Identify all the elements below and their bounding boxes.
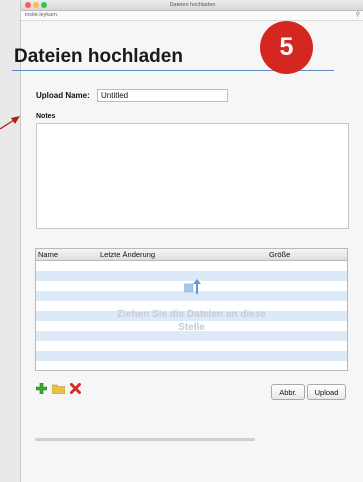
drop-hint-line: Stelle bbox=[178, 322, 205, 333]
table-header: Name Letzte Änderung Größe bbox=[36, 249, 347, 261]
horizontal-scrollbar[interactable] bbox=[35, 438, 255, 441]
upload-name-label: Upload Name: bbox=[36, 91, 90, 100]
file-table[interactable]: Name Letzte Änderung Größe Ziehen Sie di… bbox=[35, 248, 348, 371]
upload-button[interactable]: Upload bbox=[307, 384, 346, 400]
column-header-size[interactable]: Größe bbox=[269, 249, 290, 260]
delete-x-icon[interactable] bbox=[70, 383, 81, 394]
page-title: Dateien hochladen bbox=[14, 46, 183, 67]
drop-hint: Ziehen Sie die Dateien an diese Stelle bbox=[76, 308, 307, 334]
title-bar: Dateien hochladen bbox=[21, 0, 363, 11]
cancel-button[interactable]: Abbr. bbox=[271, 384, 305, 400]
upload-name-input[interactable]: Untitled bbox=[97, 89, 228, 102]
drop-files-icon bbox=[184, 279, 201, 294]
column-header-modified[interactable]: Letzte Änderung bbox=[100, 249, 155, 260]
step-number-badge: 5 bbox=[260, 21, 313, 74]
plus-icon[interactable] bbox=[36, 383, 47, 394]
notes-textarea[interactable] bbox=[36, 123, 349, 229]
search-icon[interactable]: ⚲ bbox=[356, 11, 360, 20]
notes-label: Notes bbox=[36, 113, 56, 120]
upload-window: Dateien hochladen insite.leykam. ⚲ bbox=[20, 0, 363, 482]
folder-icon[interactable] bbox=[52, 383, 65, 394]
address-bar[interactable]: insite.leykam. ⚲ bbox=[21, 11, 363, 21]
column-header-name[interactable]: Name bbox=[38, 249, 58, 260]
table-row bbox=[36, 351, 347, 361]
drop-hint-line: Ziehen Sie die Dateien an diese bbox=[117, 309, 266, 320]
window-title: Dateien hochladen bbox=[169, 2, 216, 8]
address-url: insite.leykam. bbox=[25, 12, 59, 18]
pointer-arrow-icon bbox=[0, 116, 20, 130]
